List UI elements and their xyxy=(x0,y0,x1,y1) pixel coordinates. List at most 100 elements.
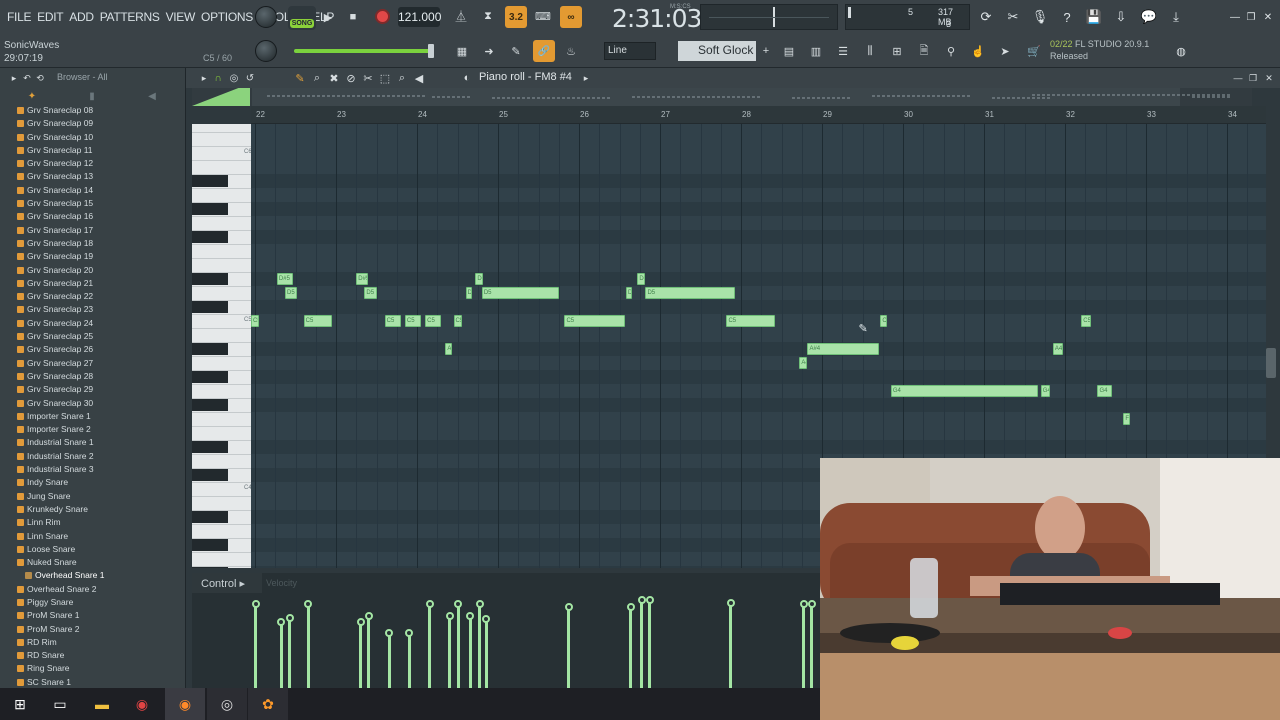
vertical-scrollbar[interactable] xyxy=(1266,348,1276,378)
browser-item[interactable]: Grv Snareclap 20 xyxy=(0,264,186,277)
note[interactable]: D#5 xyxy=(276,273,294,285)
plugin-icon[interactable]: ⚲ xyxy=(941,41,961,61)
velocity-handle[interactable] xyxy=(251,600,260,609)
velocity-handle[interactable] xyxy=(564,603,573,612)
master-volume-knob[interactable] xyxy=(255,6,277,28)
pencil-icon[interactable]: ✎ xyxy=(506,41,526,61)
snap-select[interactable]: Line xyxy=(604,42,656,60)
browser-item[interactable]: Grv Snareclap 10 xyxy=(0,131,186,144)
note[interactable]: C5 xyxy=(303,315,332,327)
velocity-bar[interactable] xyxy=(288,617,292,688)
stamp-icon[interactable]: ♨ xyxy=(561,41,581,61)
browser-item[interactable]: Grv Snareclap 08 xyxy=(0,104,186,117)
piano-keyboard[interactable]: C6 C5 C4 xyxy=(192,124,251,568)
note[interactable]: D5 xyxy=(645,287,735,299)
browser-item[interactable]: Piggy Snare xyxy=(0,596,186,609)
menu-edit[interactable]: EDIT xyxy=(34,10,66,24)
velocity-bar[interactable] xyxy=(254,604,257,688)
velocity-bar[interactable] xyxy=(810,604,814,688)
velocity-bar[interactable] xyxy=(279,622,283,688)
note[interactable]: C5 xyxy=(251,315,260,327)
black-key[interactable] xyxy=(192,301,228,313)
velocity-bar[interactable] xyxy=(428,604,432,688)
channel-rack-icon[interactable]: ☰ xyxy=(833,41,853,61)
note[interactable]: C5 xyxy=(384,315,401,327)
news-panel[interactable]: 02/22 FL STUDIO 20.9.1 Released xyxy=(1050,38,1149,62)
playlist-icon[interactable]: ▤ xyxy=(779,41,799,61)
browser-item[interactable]: Linn Rim xyxy=(0,516,186,529)
taskview-icon[interactable]: ▭ xyxy=(40,688,80,720)
note[interactable]: C5 xyxy=(453,315,462,327)
note[interactable]: A#4 xyxy=(807,343,879,355)
tempo-display[interactable]: 121.000 xyxy=(398,7,441,27)
microphone-icon[interactable]: 🎙 xyxy=(1029,6,1051,28)
pr-tools-icon[interactable]: ↺ xyxy=(240,68,260,88)
browser-item[interactable]: Grv Snareclap 18 xyxy=(0,237,186,250)
velocity-handle[interactable] xyxy=(726,598,735,607)
velocity-bar[interactable] xyxy=(478,604,482,688)
step-edit-button[interactable]: 3.2 xyxy=(505,6,527,28)
obs-icon[interactable]: ◎ xyxy=(207,688,247,720)
velocity-handle[interactable] xyxy=(304,600,313,609)
pattern-song-toggle[interactable]: SONG xyxy=(288,6,316,30)
velocity-handle[interactable] xyxy=(364,611,373,620)
master-volume-slider[interactable] xyxy=(294,44,434,58)
cut-tool-icon[interactable]: ✂ xyxy=(1002,6,1024,28)
pattern-overview[interactable] xyxy=(192,88,1252,106)
black-key[interactable] xyxy=(192,343,228,355)
file-icon[interactable]: 🗎 xyxy=(914,41,934,61)
note[interactable]: G4 xyxy=(890,385,1039,397)
browser-item[interactable]: RD Snare xyxy=(0,649,186,662)
close-icon[interactable]: ✕ xyxy=(1257,6,1279,28)
flstudio-icon[interactable]: ✿ xyxy=(248,688,288,720)
browser-item[interactable]: Importer Snare 1 xyxy=(0,410,186,423)
help-icon[interactable]: ? xyxy=(1056,6,1078,28)
browser-item[interactable]: Grv Snareclap 26 xyxy=(0,343,186,356)
black-key[interactable] xyxy=(192,399,228,411)
browser-item[interactable]: Grv Snareclap 30 xyxy=(0,397,186,410)
browser-item[interactable]: Importer Snare 2 xyxy=(0,423,186,436)
black-key[interactable] xyxy=(192,231,228,243)
velocity-handle[interactable] xyxy=(475,600,484,609)
browser-item[interactable]: Grv Snareclap 17 xyxy=(0,224,186,237)
piano-roll-icon[interactable]: ▥ xyxy=(806,41,826,61)
browser-item[interactable]: Overhead Snare 2 xyxy=(0,583,186,596)
velocity-handle[interactable] xyxy=(482,615,491,624)
browser-item[interactable]: Industrial Snare 1 xyxy=(0,436,186,449)
browser-item[interactable]: ProM Snare 1 xyxy=(0,609,186,622)
velocity-bar[interactable] xyxy=(367,615,371,688)
link-button[interactable]: 🔗 xyxy=(533,40,555,62)
note[interactable]: D5 xyxy=(481,287,559,299)
velocity-bar[interactable] xyxy=(448,615,452,688)
browser-item[interactable]: Grv Snareclap 14 xyxy=(0,184,186,197)
note[interactable]: D5 xyxy=(285,287,298,299)
browser-item[interactable]: Grv Snareclap 15 xyxy=(0,197,186,210)
velocity-bar[interactable] xyxy=(359,622,363,688)
start-icon[interactable]: ⊞ xyxy=(0,688,40,720)
velocity-handle[interactable] xyxy=(807,600,816,609)
mixer-view-icon[interactable]: ⫼ xyxy=(860,41,880,61)
note[interactable]: C5 xyxy=(1081,315,1091,327)
loop-record-button[interactable]: ∞ xyxy=(560,6,582,28)
explorer-icon[interactable]: ▬ xyxy=(82,688,122,720)
black-key[interactable] xyxy=(192,273,228,285)
velocity-bar[interactable] xyxy=(306,604,310,688)
velocity-handle[interactable] xyxy=(405,629,414,638)
browser-item[interactable]: Ring Snare xyxy=(0,662,186,675)
velocity-bar[interactable] xyxy=(567,607,571,688)
browser-item[interactable]: Krunkedy Snare xyxy=(0,503,186,516)
note[interactable]: A4 xyxy=(799,357,808,369)
save-icon[interactable]: 💾 xyxy=(1083,6,1105,28)
velocity-handle[interactable] xyxy=(645,596,654,604)
note[interactable]: G4 xyxy=(1097,385,1113,397)
note[interactable]: D#5 xyxy=(356,273,369,285)
touch-icon[interactable]: ☝ xyxy=(968,41,988,61)
velocity-bar[interactable] xyxy=(456,604,460,688)
slider-thumb[interactable] xyxy=(428,44,434,58)
typing-keyboard-icon[interactable]: ⌨ xyxy=(533,6,553,26)
browser-item[interactable]: Jung Snare xyxy=(0,490,186,503)
browser-item[interactable]: Grv Snareclap 21 xyxy=(0,277,186,290)
velocity-handle[interactable] xyxy=(385,629,394,638)
browser-item[interactable]: Grv Snareclap 19 xyxy=(0,250,186,263)
metronome-icon[interactable]: ⏅ xyxy=(451,6,471,26)
